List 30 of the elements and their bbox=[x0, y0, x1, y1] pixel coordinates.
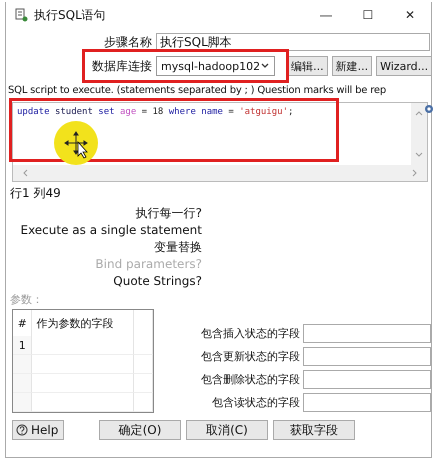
connection-dropdown[interactable]: mysql-hadoop102 bbox=[156, 56, 276, 76]
section-label: 参数： bbox=[10, 292, 44, 307]
option-label: Quote Strings? bbox=[113, 273, 202, 289]
minimize-button[interactable]: — bbox=[305, 2, 347, 28]
button[interactable]: 取消(C) bbox=[186, 420, 268, 440]
cursor-position: 行1 列49 bbox=[10, 185, 62, 202]
column-header[interactable]: 作为参数的字段 bbox=[32, 310, 134, 336]
help-button[interactable]: Help bbox=[12, 420, 64, 440]
code-line: update student set age = 18 where name = 'atguigu'; bbox=[16, 106, 294, 119]
field-label: 步骤名称 bbox=[103, 34, 152, 50]
button[interactable]: 确定(O) bbox=[99, 420, 181, 440]
field-label: 包含更新状态的字段 bbox=[200, 349, 300, 364]
option-label: Bind parameters? bbox=[95, 256, 202, 272]
button[interactable]: 新建... bbox=[332, 56, 372, 76]
maximize-button[interactable]: ☐ bbox=[347, 2, 389, 28]
window-title: 执行SQL语句 bbox=[34, 6, 107, 24]
button[interactable]: Wizard... bbox=[376, 56, 432, 76]
field-label: 数据库连接 bbox=[91, 58, 152, 74]
field-label: 包含插入状态的字段 bbox=[200, 326, 300, 341]
button[interactable]: 获取字段 bbox=[273, 420, 355, 440]
field-label: 包含读状态的字段 bbox=[211, 395, 300, 410]
row-number: 1 bbox=[13, 336, 32, 355]
option-label: 变量替换 bbox=[154, 239, 202, 255]
button[interactable]: 编辑... bbox=[287, 56, 328, 76]
option-label: Execute as a single statement bbox=[20, 222, 202, 238]
option-label: 执行每一行? bbox=[136, 205, 202, 221]
close-button[interactable]: ✕ bbox=[389, 2, 431, 28]
text-field[interactable]: 执行SQL脚本 bbox=[156, 33, 430, 51]
instruction-text: SQL script to execute. (statements separated by ; ) Question marks will be rep bbox=[7, 85, 387, 96]
field-label: 包含删除状态的字段 bbox=[200, 372, 300, 387]
